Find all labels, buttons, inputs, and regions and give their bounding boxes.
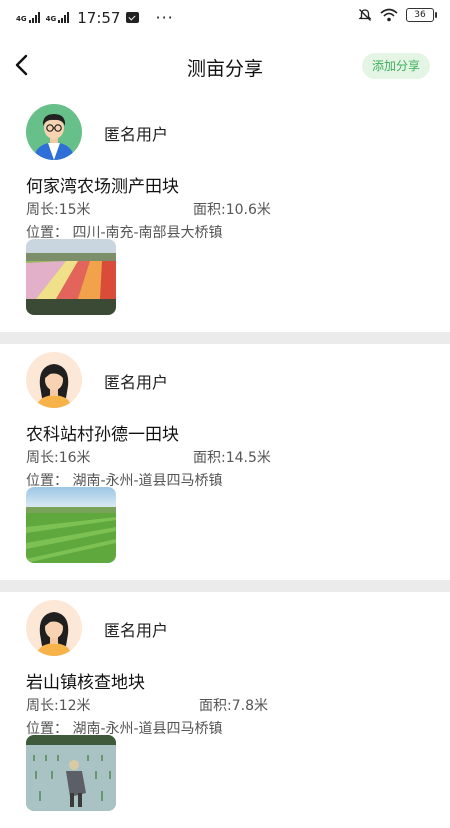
avatar xyxy=(26,104,82,160)
user-name: 匿名用户 xyxy=(104,621,169,640)
app-header: 测亩分享 添加分享 xyxy=(0,40,450,94)
area-text: 面积:14.5米 xyxy=(193,450,271,466)
wifi-icon xyxy=(380,8,398,22)
share-card[interactable]: 匿名用户 农科站村孙德一田块 周长:16米 面积:14.5米 位置： 湖南-永州… xyxy=(0,344,450,580)
user-name: 匿名用户 xyxy=(104,373,169,392)
avatar xyxy=(26,352,82,408)
mute-icon xyxy=(358,9,372,21)
perimeter-text: 周长:12米 xyxy=(26,698,91,714)
add-share-button[interactable]: 添加分享 xyxy=(361,53,430,79)
divider xyxy=(0,580,450,592)
female-avatar-icon xyxy=(26,352,82,408)
user-name: 匿名用户 xyxy=(104,125,169,144)
status-time: 17:57 xyxy=(77,8,121,27)
field-name: 农科站村孙德一田块 xyxy=(26,425,179,445)
field-photo[interactable] xyxy=(26,239,116,315)
battery-icon: 36 xyxy=(406,8,437,22)
message-icon xyxy=(126,12,140,23)
perimeter-text: 周长:15米 xyxy=(26,202,91,218)
share-card[interactable]: 匿名用户 岩山镇核查地块 周长:12米 面积:7.8米 位置： 湖南-永州-道县… xyxy=(0,592,450,828)
signal-icon: 4G xyxy=(16,12,40,23)
field-name: 何家湾农场测产田块 xyxy=(26,177,179,197)
network-label: 4G xyxy=(16,15,27,23)
status-bar: 4G 4G 17:57 ··· 36 xyxy=(0,0,450,34)
avatar xyxy=(26,600,82,656)
signal-icon: 4G xyxy=(46,12,70,23)
status-right: 36 xyxy=(358,8,437,22)
divider xyxy=(0,332,450,344)
field-name: 岩山镇核查地块 xyxy=(26,673,145,693)
more-icon: ··· xyxy=(155,8,174,27)
status-left: 4G 4G 17:57 ··· xyxy=(16,8,174,27)
area-text: 面积:7.8米 xyxy=(199,698,268,714)
battery-level: 36 xyxy=(414,10,426,20)
network-label: 4G xyxy=(45,15,57,23)
green-field-image xyxy=(26,487,116,563)
flower-field-image xyxy=(26,239,116,315)
share-card[interactable]: 匿名用户 何家湾农场测产田块 周长:15米 面积:10.6米 位置： 四川-南充… xyxy=(0,96,450,332)
area-text: 面积:10.6米 xyxy=(193,202,271,218)
perimeter-text: 周长:16米 xyxy=(26,450,91,466)
female-avatar-icon xyxy=(26,600,82,656)
share-list: 匿名用户 何家湾农场测产田块 周长:15米 面积:10.6米 位置： 四川-南充… xyxy=(0,96,450,828)
male-avatar-icon xyxy=(26,104,82,160)
field-photo[interactable] xyxy=(26,487,116,563)
